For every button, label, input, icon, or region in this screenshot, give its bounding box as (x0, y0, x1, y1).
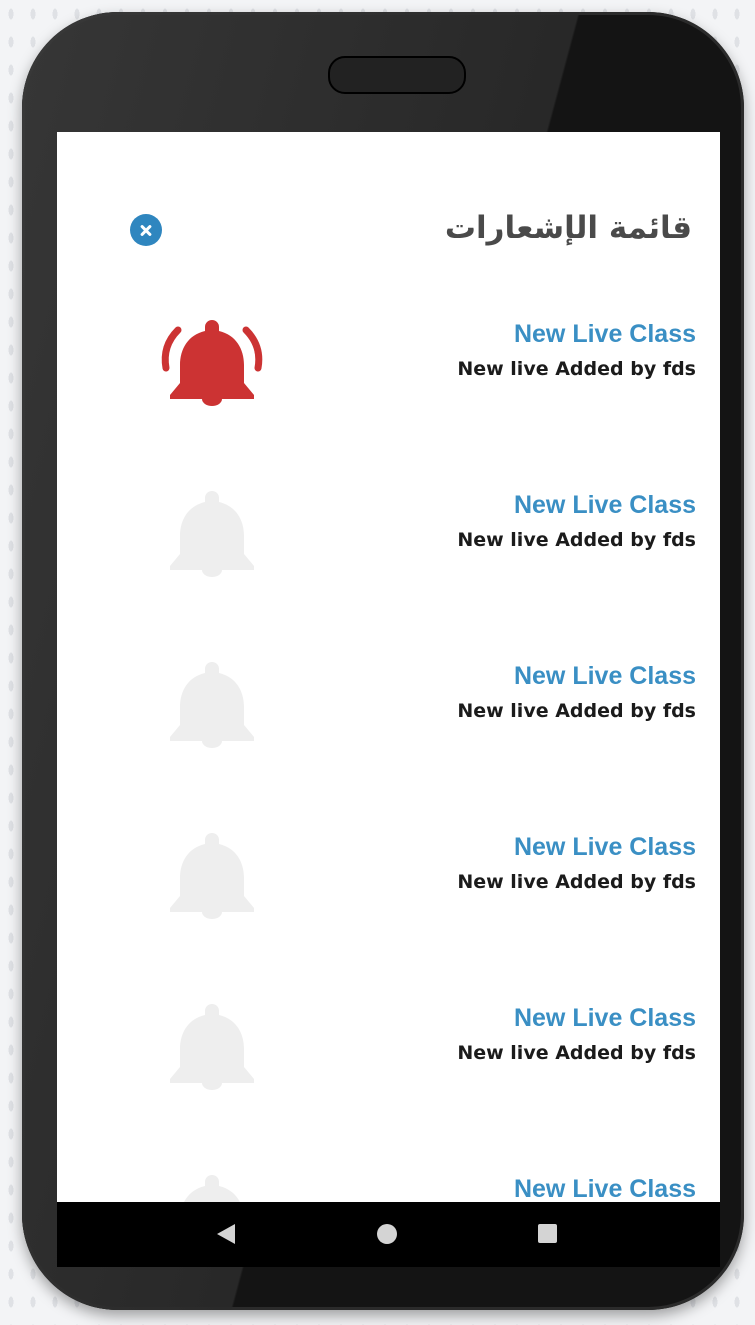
bell-icon (152, 1167, 272, 1202)
notification-title: New Live Class (513, 320, 696, 348)
notification-subtitle: New live Added by fds (457, 871, 696, 893)
notification-item[interactable]: New Live Class New live Added by fds (57, 1004, 720, 1175)
bell-icon (152, 996, 272, 1091)
notification-subtitle: New live Added by fds (457, 1042, 696, 1064)
phone-frame: قائمة الإشعارات New Live Class New live A… (22, 12, 744, 1310)
home-icon (377, 1224, 397, 1244)
page-title: قائمة الإشعارات (444, 210, 692, 246)
notification-title: New Live Class (513, 491, 696, 519)
bell-icon (152, 654, 272, 749)
notification-title: New Live Class (513, 662, 696, 690)
notification-title: New Live Class (513, 1175, 696, 1202)
recent-apps-button[interactable] (517, 1202, 577, 1267)
system-nav-bar (57, 1202, 720, 1267)
phone-speaker (328, 56, 466, 94)
notification-item[interactable]: New Live Class New live Added by fds (57, 320, 720, 491)
recent-apps-icon (538, 1224, 557, 1243)
bell-icon (152, 825, 272, 920)
close-icon[interactable] (130, 214, 162, 246)
home-button[interactable] (357, 1202, 417, 1267)
notification-item[interactable]: New Live Class New live Added by fds (57, 833, 720, 1004)
notification-item[interactable]: New Live Class New live Added by fds (57, 491, 720, 662)
back-button[interactable] (197, 1202, 257, 1267)
bell-ringing-icon (152, 312, 272, 407)
back-icon (217, 1224, 235, 1244)
notification-item[interactable]: New Live Class (57, 1175, 720, 1202)
app-screen: قائمة الإشعارات New Live Class New live A… (57, 132, 720, 1202)
notification-subtitle: New live Added by fds (457, 529, 696, 551)
notification-item[interactable]: New Live Class New live Added by fds (57, 662, 720, 833)
notification-title: New Live Class (513, 1004, 696, 1032)
notification-subtitle: New live Added by fds (457, 700, 696, 722)
notification-subtitle: New live Added by fds (457, 358, 696, 380)
bell-icon (152, 483, 272, 578)
notification-title: New Live Class (513, 833, 696, 861)
